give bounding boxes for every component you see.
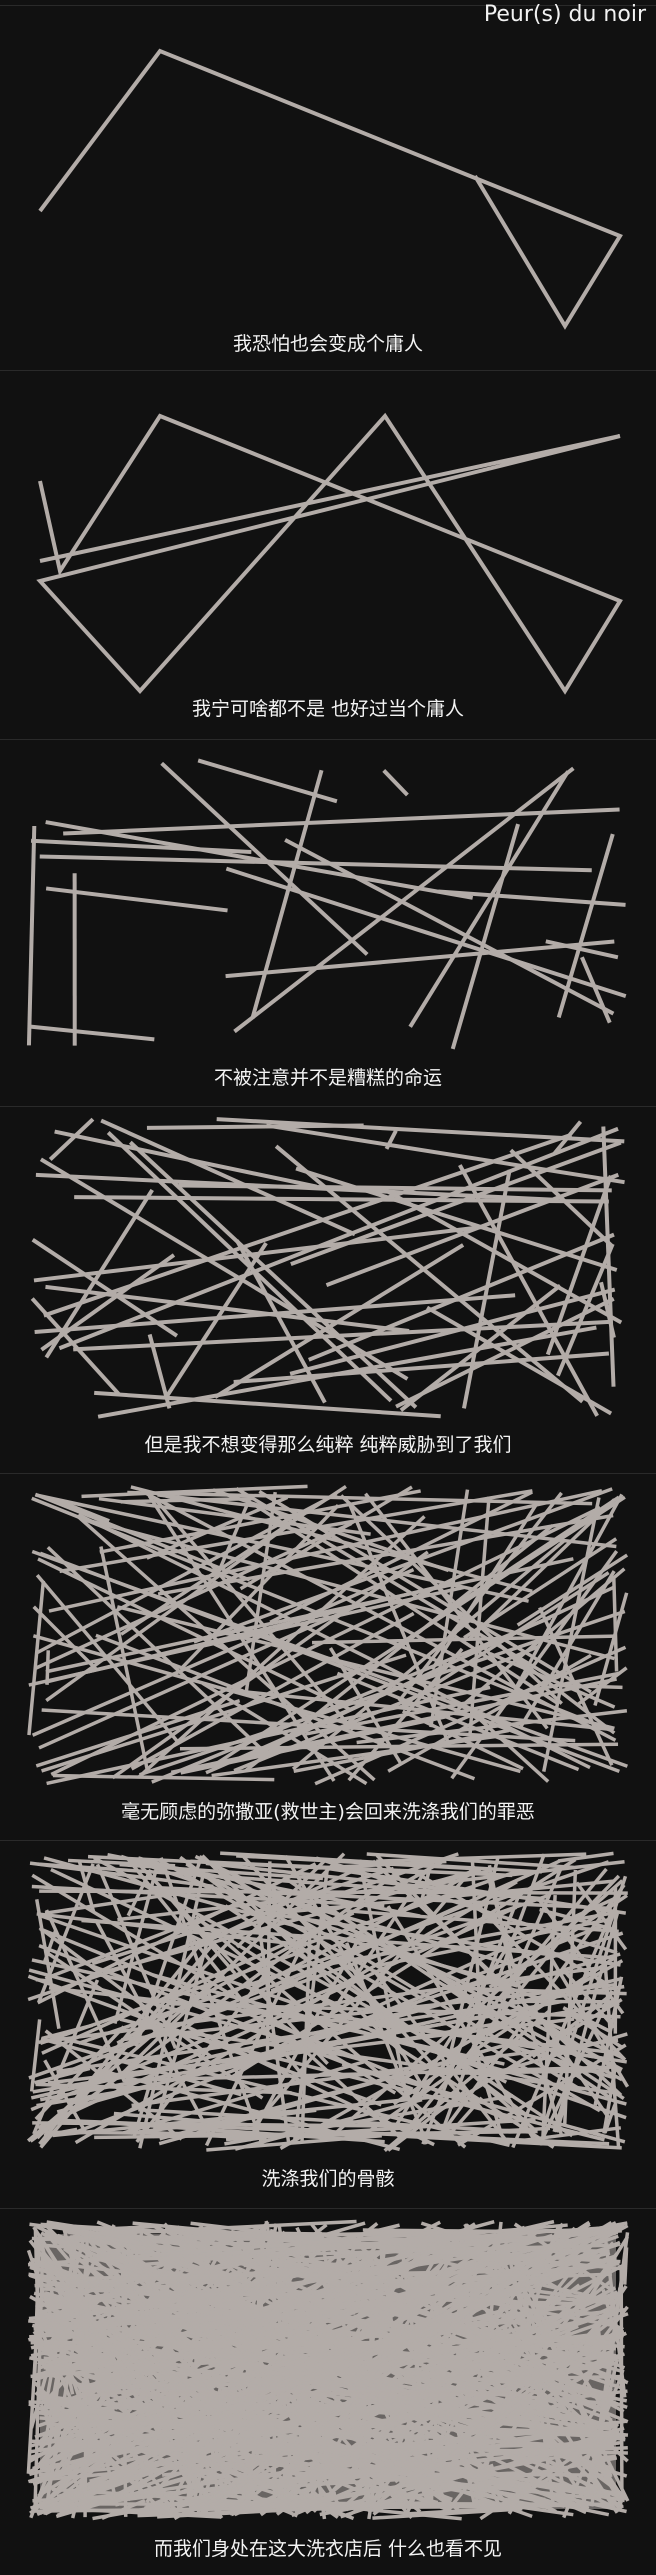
line-stroke [30, 838, 252, 854]
line-stroke [27, 1580, 46, 1736]
line-drawing [30, 1117, 625, 1419]
panel-5: 毫无顾虑的弥撒亚(救世主)会回来洗涤我们的罪恶 [0, 1473, 656, 1837]
line-stroke [461, 1169, 512, 1409]
caption: 而我们身处在这大洗衣店后 什么也看不见 [153, 2538, 503, 2560]
caption: 不被注意并不是糟糕的命运 [213, 1067, 442, 1089]
panel-1: 我恐怕也会变成个庸人 [0, 5, 656, 369]
line-drawing [27, 1484, 629, 1786]
line-drawing [26, 758, 627, 1050]
line-stroke [595, 2454, 617, 2460]
page-title: Peur(s) du noir [483, 2, 646, 27]
caption: 但是我不想变得那么纯粹 纯粹威胁到了我们 [144, 1434, 512, 1456]
panel-7: 而我们身处在这大洗衣店后 什么也看不见 [0, 2208, 656, 2572]
panel-6: 洗涤我们的骨骸 [0, 1840, 656, 2204]
panel-2: 我宁可啥都不是 也好过当个庸人 [0, 370, 656, 734]
caption: 我宁可啥都不是 也好过当个庸人 [191, 698, 465, 720]
line-drawing [26, 2219, 630, 2521]
line-stroke [382, 769, 409, 797]
line-stroke [27, 1024, 155, 1042]
line-drawing [26, 1851, 630, 2153]
caption: 洗涤我们的骨骸 [261, 2168, 395, 2190]
line-stroke [38, 48, 623, 330]
line-stroke [36, 412, 623, 695]
caption: 我恐怕也会变成个庸人 [232, 333, 423, 355]
caption: 毫无顾虑的弥撒亚(救世主)会回来洗涤我们的罪恶 [121, 1801, 535, 1823]
line-stroke [265, 1861, 272, 2056]
line-drawing [38, 48, 623, 330]
line-stroke [52, 1773, 275, 1782]
panel-4: 但是我不想变得那么纯粹 纯粹威胁到了我们 [0, 1106, 656, 1470]
line-stroke [26, 825, 37, 1046]
line-stroke [146, 1123, 364, 1130]
line-stroke [601, 1126, 616, 1387]
line-stroke [83, 2231, 89, 2518]
panel-3: 不被注意并不是糟糕的命运 [0, 739, 656, 1103]
line-drawing [36, 412, 623, 695]
line-stroke [290, 1140, 622, 1267]
line-stroke [450, 823, 520, 1050]
line-stroke [225, 939, 615, 979]
